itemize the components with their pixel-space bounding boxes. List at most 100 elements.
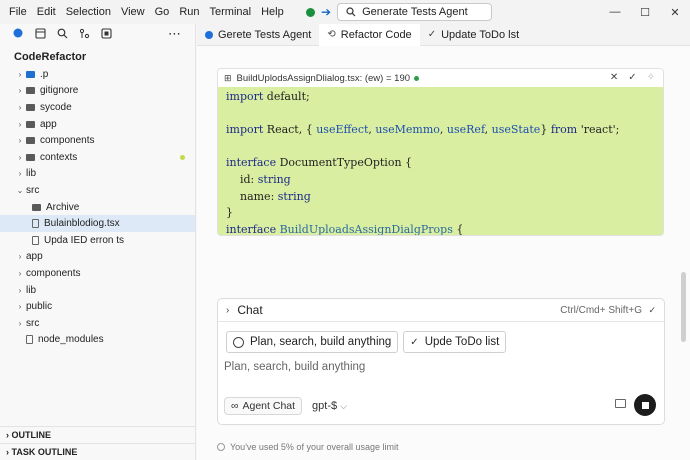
window-controls: — ☐ ✕	[600, 0, 690, 24]
dismiss-icon[interactable]: ✕	[610, 72, 618, 83]
minimize-icon[interactable]: —	[600, 6, 630, 18]
model-label: gpt-$	[312, 400, 338, 412]
model-selector[interactable]: gpt-$ ⌵	[312, 400, 347, 412]
plan-chip[interactable]: Plan, search, build anything	[226, 331, 399, 353]
close-icon[interactable]: ✕	[660, 6, 690, 19]
tree-item[interactable]: › app	[0, 116, 195, 133]
code-card-title: BuildUplodsAssignDlialog.tsx: (ew) = 190	[236, 72, 411, 84]
tree-item-label: .p	[40, 68, 49, 80]
chevron-right-icon: ›	[18, 136, 22, 146]
editor-scrollbar[interactable]	[681, 272, 686, 342]
tree-item[interactable]: › contexts	[0, 149, 195, 166]
plan-chip-label: Plan, search, build anything	[250, 336, 392, 348]
tree-item[interactable]: Upda IED erron ts	[0, 232, 195, 249]
tree-item[interactable]: › app	[0, 249, 195, 266]
outline-section[interactable]: › OUTLINE	[0, 426, 195, 443]
more-actions-icon[interactable]: ⋯	[168, 26, 181, 42]
project-title: CodeRefactor	[14, 51, 87, 63]
chat-footer: ∞ Agent Chat gpt-$ ⌵	[224, 394, 660, 417]
tree-item[interactable]: › components	[0, 132, 195, 149]
folder-icon	[26, 120, 35, 128]
chevron-right-icon: ›	[226, 304, 230, 316]
menu-edit[interactable]: Edit	[32, 0, 61, 24]
tab-refactor-code[interactable]: ⟲ Refactor Code	[319, 23, 420, 46]
infinity-icon: ∞	[231, 400, 239, 412]
account-dot-icon[interactable]	[12, 28, 24, 40]
info-icon	[217, 443, 225, 451]
tree-item[interactable]: › lib	[0, 282, 195, 299]
update-todo-chip[interactable]: ✓ Upde ToDo list	[403, 331, 507, 353]
tree-item[interactable]: › public	[0, 298, 195, 315]
chat-header[interactable]: › Chat Ctrl/Cmd+ Shift+G ✓	[218, 299, 664, 322]
task-outline-section[interactable]: › TASK OUTLINE	[0, 443, 195, 460]
folder-icon	[26, 70, 35, 78]
tree-item-label: src	[26, 317, 40, 329]
menu-view[interactable]: View	[116, 0, 150, 24]
tree-item[interactable]: › components	[0, 265, 195, 282]
update-todo-chip-label: Upde ToDo list	[424, 336, 500, 348]
menu-run[interactable]: Run	[174, 0, 204, 24]
explorer-icon[interactable]	[34, 28, 46, 40]
modified-dot-icon	[180, 154, 185, 160]
tree-item-label: Archive	[46, 201, 80, 213]
folder-icon	[32, 203, 41, 211]
menu-file[interactable]: File	[4, 0, 32, 24]
chevron-right-icon: ›	[18, 102, 22, 112]
extensions-icon[interactable]	[100, 28, 112, 40]
tree-item[interactable]: › .p	[0, 66, 195, 83]
chevron-right-icon: ›	[18, 169, 22, 179]
tab-label: Refactor Code	[340, 28, 412, 41]
code-line: id: string	[226, 172, 291, 186]
explorer-sidebar: ⋯ CodeRefactor › .p › gitignore › sycode › app ›…	[0, 24, 196, 460]
maximize-icon[interactable]: ☐	[630, 6, 660, 19]
tab-label: Update ToDo lst	[441, 28, 520, 41]
image-attach-icon[interactable]	[615, 399, 626, 408]
tree-item-label: node_modules	[38, 334, 104, 346]
tab-generate-tests-agent[interactable]: Gerete Tests Agent	[197, 24, 319, 46]
file-tree: › .p › gitignore › sycode › app › components › cont…	[0, 66, 195, 348]
tree-item[interactable]: ⌄ src	[0, 182, 195, 199]
chat-input[interactable]: Plan, search, build anything	[224, 361, 365, 373]
stop-button[interactable]	[634, 394, 656, 416]
chevron-right-icon: ›	[18, 268, 22, 278]
menu-go[interactable]: Go	[150, 0, 175, 24]
chevron-right-icon: ›	[18, 119, 22, 129]
file-icon	[32, 235, 39, 245]
tree-item[interactable]: › src	[0, 315, 195, 332]
code-block[interactable]: import default; import React, { useEffect…	[218, 87, 663, 235]
outline-label: OUTLINE	[11, 430, 52, 440]
tree-item[interactable]: › sycode	[0, 99, 195, 116]
menu-terminal[interactable]: Terminal	[205, 0, 257, 24]
file-icon	[32, 219, 39, 229]
forward-arrow-icon[interactable]: ➔	[321, 5, 331, 19]
menu-help[interactable]: Help	[256, 0, 289, 24]
chat-chips: Plan, search, build anything ✓ Upde ToDo…	[226, 331, 507, 353]
title-bar: File Edit Selection View Go Run Terminal…	[0, 0, 690, 24]
command-search-box[interactable]: Generate Tests Agent	[337, 3, 493, 21]
tree-item[interactable]: › gitignore	[0, 83, 195, 100]
chevron-right-icon: ›	[18, 302, 22, 312]
tree-item[interactable]: › lib	[0, 166, 195, 183]
tree-item[interactable]: Archive	[0, 199, 195, 216]
chat-shortcut: Ctrl/Cmd+ Shift+G	[560, 304, 642, 316]
search-icon[interactable]	[56, 28, 68, 40]
code-line: }	[226, 206, 233, 220]
tree-item-label: gitignore	[40, 85, 79, 97]
pin-icon[interactable]: ✧	[647, 72, 655, 83]
run-status-icon[interactable]	[306, 7, 315, 17]
source-control-icon[interactable]	[78, 28, 90, 40]
task-outline-label: TASK OUTLINE	[11, 447, 78, 457]
tree-item-label: sycode	[40, 101, 72, 113]
check-icon: ✓	[427, 29, 437, 40]
accept-icon[interactable]: ✓	[628, 72, 636, 83]
editor-tabs: Gerete Tests Agent ⟲ Refactor Code ✓ Upd…	[197, 23, 690, 46]
tab-update-todo[interactable]: ✓ Update ToDo lst	[420, 24, 527, 46]
tree-item-label: src	[26, 184, 40, 196]
tree-item[interactable]: Bulainblodiog.tsx	[0, 215, 195, 232]
command-search-label: Generate Tests Agent	[362, 6, 468, 18]
chevron-down-icon[interactable]: ✓	[648, 305, 656, 316]
agent-mode-button[interactable]: ∞ Agent Chat	[224, 397, 303, 415]
tree-item[interactable]: node_modules	[0, 332, 195, 349]
menu-selection[interactable]: Selection	[61, 0, 116, 24]
